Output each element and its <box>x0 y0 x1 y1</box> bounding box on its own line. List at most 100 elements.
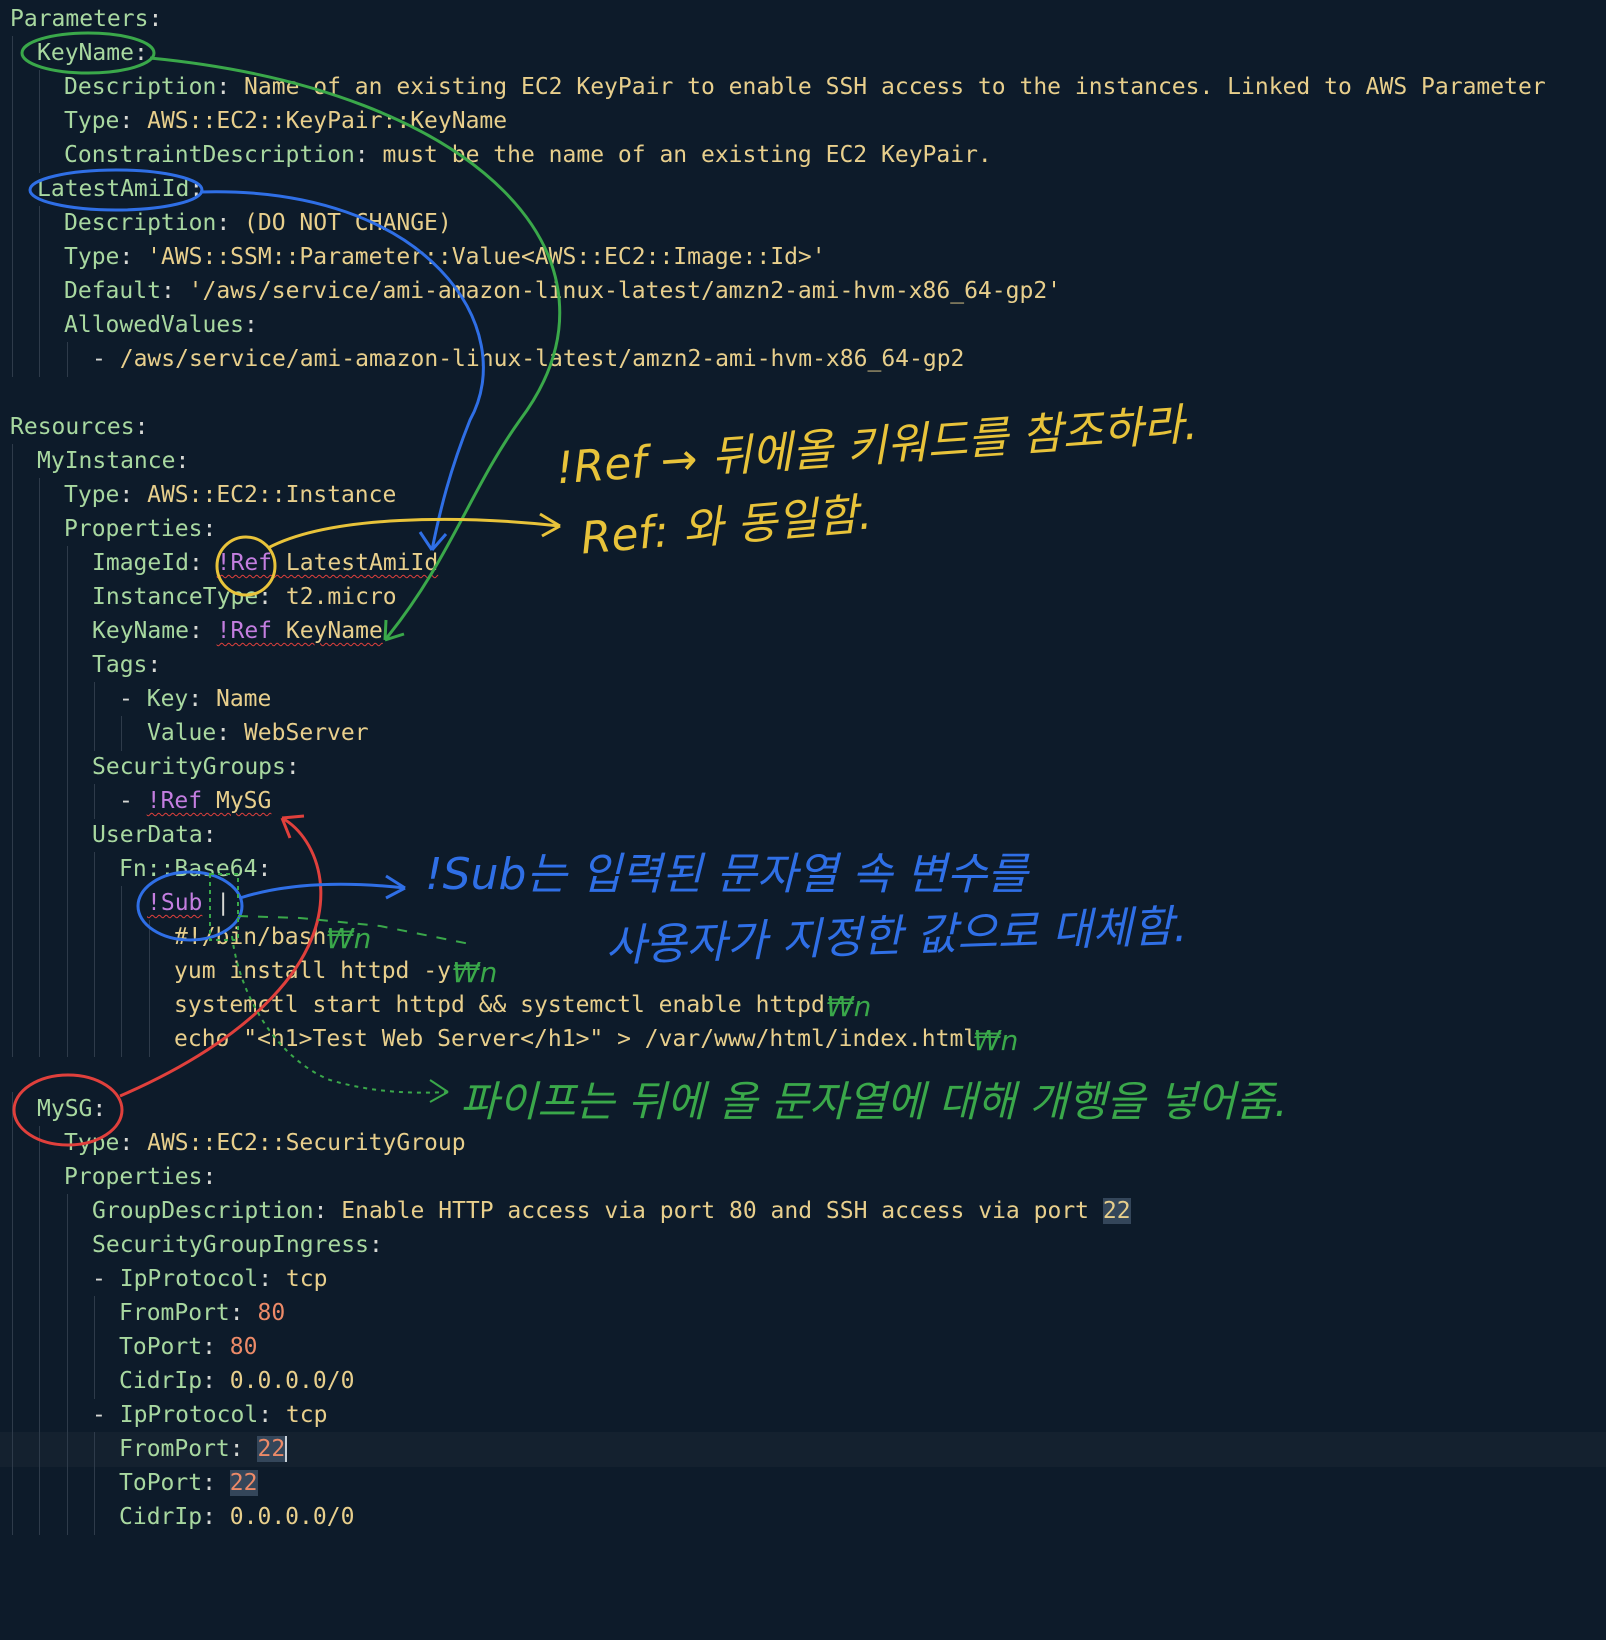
yaml-key: SecurityGroupIngress <box>92 1232 369 1258</box>
code-line: - IpProtocol: tcp <box>0 1398 1606 1433</box>
yaml-key: Properties <box>64 516 203 542</box>
yaml-key: ToPort <box>119 1334 203 1360</box>
yaml-number-at-cursor: 22 <box>257 1436 288 1462</box>
code-line: echo "<h1>Test Web Server</h1>" > /var/w… <box>0 1022 1606 1057</box>
yaml-key: Key <box>146 686 189 712</box>
yaml-key: InstanceType <box>92 584 259 610</box>
code-line: SecurityGroupIngress: <box>0 1228 1606 1263</box>
yaml-key: KeyName <box>92 618 189 644</box>
yaml-key: Type <box>64 244 120 270</box>
code-line: Properties: <box>0 1160 1606 1195</box>
code-line: - IpProtocol: tcp <box>0 1262 1606 1297</box>
yaml-key: Type <box>64 1130 120 1156</box>
yaml-key: ToPort <box>119 1470 203 1496</box>
yaml-key: GroupDescription <box>92 1198 314 1224</box>
code-line: Description: Name of an existing EC2 Key… <box>0 70 1606 105</box>
code-line: LatestAmiId: <box>0 172 1606 207</box>
yaml-value: AWS::EC2::KeyPair::KeyName <box>147 108 508 134</box>
code-line: AllowedValues: <box>0 308 1606 343</box>
yaml-value: t2.micro <box>285 584 397 610</box>
list-dash: - <box>92 346 106 372</box>
code-line: Default: '/aws/service/ami-amazon-linux-… <box>0 274 1606 309</box>
yaml-key: Resources <box>10 414 135 440</box>
yaml-value: 0.0.0.0/0 <box>229 1368 355 1394</box>
yaml-key: Description <box>64 74 217 100</box>
yaml-key: FromPort <box>119 1300 230 1326</box>
yaml-value: 'AWS::SSM::Parameter::Value<AWS::EC2::Im… <box>147 244 826 270</box>
yaml-key: CidrIp <box>119 1504 203 1530</box>
code-line: - Key: Name <box>0 682 1606 717</box>
list-dash: - <box>92 1266 106 1292</box>
yaml-value: MySG <box>215 788 272 814</box>
yaml-key: LatestAmiId <box>37 176 190 202</box>
script-line: yum install httpd -y <box>174 958 451 984</box>
code-line: CidrIp: 0.0.0.0/0 <box>0 1500 1606 1535</box>
yaml-key: MyInstance <box>37 448 176 474</box>
yaml-key: MySG <box>37 1096 93 1122</box>
code-line: systemctl start httpd && systemctl enabl… <box>0 988 1606 1023</box>
yaml-key: IpProtocol <box>119 1402 259 1428</box>
yaml-key: Description <box>64 210 217 236</box>
yaml-key: Type <box>64 108 120 134</box>
yaml-value: 0.0.0.0/0 <box>229 1504 355 1530</box>
newline-mark: ₩n <box>452 956 498 989</box>
yaml-value: LatestAmiId <box>285 550 439 576</box>
yaml-value: tcp <box>285 1402 328 1428</box>
yaml-key: Fn::Base64 <box>119 856 258 882</box>
code-line: ConstraintDescription: must be the name … <box>0 138 1606 173</box>
yaml-value: Enable HTTP access via port 80 and SSH a… <box>341 1198 1090 1224</box>
yaml-number: 80 <box>229 1334 258 1360</box>
yaml-value: must be the name of an existing EC2 KeyP… <box>382 142 992 168</box>
newline-mark: ₩n <box>326 922 372 955</box>
code-line: Description: (DO NOT CHANGE) <box>0 206 1606 241</box>
code-line: CidrIp: 0.0.0.0/0 <box>0 1364 1606 1399</box>
yaml-value: Name of an existing EC2 KeyPair to enabl… <box>244 74 1546 100</box>
yaml-value: (DO NOT CHANGE) <box>244 210 452 236</box>
yaml-value: AWS::EC2::Instance <box>147 482 397 508</box>
code-line: - /aws/service/ami-amazon-linux-latest/a… <box>0 342 1606 377</box>
pipe-indicator: | <box>216 890 231 916</box>
yaml-tag: !Ref <box>146 788 203 814</box>
sub-note-line1: !Sub는 입력된 문자열 속 변수를 <box>425 849 1028 900</box>
newline-mark: ₩n <box>826 990 872 1023</box>
yaml-key: UserData <box>92 822 203 848</box>
newline-mark: ₩n <box>973 1024 1019 1057</box>
yaml-key: ImageId <box>92 550 189 576</box>
yaml-key: AllowedValues <box>64 312 245 338</box>
code-line: ToPort: 80 <box>0 1330 1606 1365</box>
code-line: - !Ref MySG <box>0 784 1606 819</box>
yaml-value: KeyName <box>285 618 383 644</box>
code-line: Type: AWS::EC2::KeyPair::KeyName <box>0 104 1606 139</box>
code-line: Type: AWS::EC2::SecurityGroup <box>0 1126 1606 1161</box>
code-line: Parameters: <box>10 6 163 32</box>
yaml-number: 80 <box>257 1300 286 1326</box>
code-line: SecurityGroups: <box>0 750 1606 785</box>
code-line: Tags: <box>0 648 1606 683</box>
list-dash: - <box>119 788 133 814</box>
yaml-value: tcp <box>285 1266 328 1292</box>
code-line: KeyName: <box>0 36 1606 71</box>
code-line: Type: 'AWS::SSM::Parameter::Value<AWS::E… <box>0 240 1606 275</box>
yaml-key: ConstraintDescription <box>64 142 355 168</box>
code-line: Value: WebServer <box>0 716 1606 751</box>
code-line: ToPort: 22 <box>0 1466 1606 1501</box>
yaml-tag: !Ref <box>216 618 273 644</box>
pipe-note: 파이프는 뒤에 올 문자열에 대해 개행을 넣어줌. <box>460 1077 1288 1126</box>
yaml-key: SecurityGroups <box>92 754 286 780</box>
highlighted-number: 22 <box>1102 1198 1131 1224</box>
yaml-tag: !Ref <box>216 550 273 576</box>
script-line: echo "<h1>Test Web Server</h1>" > /var/w… <box>174 1026 978 1052</box>
yaml-value: Name <box>215 686 272 712</box>
code-line: FromPort: 80 <box>0 1296 1606 1331</box>
list-dash: - <box>92 1402 106 1428</box>
yaml-value: '/aws/service/ami-amazon-linux-latest/am… <box>188 278 1062 304</box>
yaml-value: WebServer <box>243 720 369 746</box>
yaml-key: CidrIp <box>119 1368 203 1394</box>
yaml-key: Tags <box>92 652 148 678</box>
list-dash: - <box>119 686 133 712</box>
yaml-key: Type <box>64 482 120 508</box>
yaml-key: Properties <box>64 1164 203 1190</box>
code-line-current: FromPort: 22 <box>0 1432 1606 1467</box>
yaml-code-editor[interactable]: Parameters: KeyName: Description: Name o… <box>0 0 1606 1598</box>
yaml-key: Parameters <box>10 6 149 32</box>
